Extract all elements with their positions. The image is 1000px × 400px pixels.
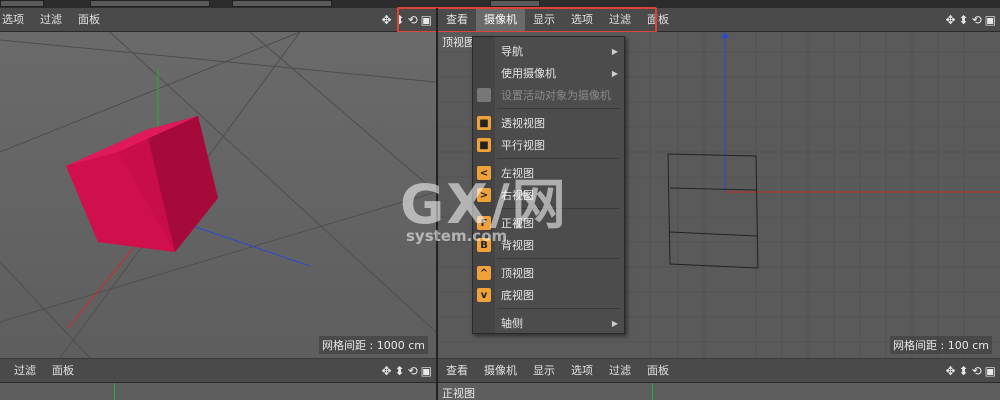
toolbar-button[interactable] (490, 0, 540, 7)
move-view-icon[interactable]: ✥ (381, 364, 391, 378)
menu-item-top-view[interactable]: ^ 顶视图 (473, 262, 624, 284)
menu-filter[interactable]: 过滤 (601, 359, 639, 383)
bottom-left-viewport: 过滤 面板 ✥ ⬍ ⟲ ▣ (0, 359, 436, 400)
submenu-arrow-icon: ▶ (611, 68, 618, 78)
left-viewport-menubar: 选项 过滤 面板 ✥ ⬍ ⟲ ▣ (0, 8, 436, 32)
rotate-view-icon[interactable]: ⟲ (972, 13, 982, 27)
maximize-view-icon[interactable]: ▣ (985, 364, 996, 378)
menu-panel[interactable]: 面板 (639, 359, 677, 383)
menu-view[interactable]: 查看 (438, 359, 476, 383)
move-view-icon[interactable]: ✥ (945, 364, 955, 378)
cube-wireframe[interactable] (667, 153, 759, 269)
move-view-icon[interactable]: ✥ (381, 13, 391, 27)
maximize-view-icon[interactable]: ▣ (985, 13, 996, 27)
viewport-name-label: 正视图 (442, 387, 475, 400)
toolbar-button[interactable] (90, 0, 210, 7)
bottom-left-viewport-area[interactable] (0, 383, 436, 400)
arrow-down-icon: v (477, 288, 491, 302)
menu-panel[interactable]: 面板 (44, 359, 82, 383)
submenu-arrow-icon: ▶ (611, 46, 618, 56)
perspective-viewport[interactable]: 网格间距 : 1000 cm (0, 32, 436, 358)
menu-item-axonometric[interactable]: 轴侧 ▶ (473, 312, 624, 334)
y-axis (652, 383, 653, 400)
menu-item-bottom-view[interactable]: v 底视图 (473, 284, 624, 306)
y-axis (114, 383, 115, 400)
menu-item-navigation[interactable]: 导航 ▶ (473, 40, 624, 62)
menu-display[interactable]: 显示 (525, 359, 563, 383)
menu-filter[interactable]: 过滤 (32, 8, 70, 32)
menu-item-use-camera[interactable]: 使用摄像机 ▶ (473, 62, 624, 84)
cube-icon: ■ (477, 138, 491, 152)
menu-filter[interactable]: 过滤 (0, 359, 44, 383)
menu-panel[interactable]: 面板 (70, 8, 108, 32)
zoom-view-icon[interactable]: ⬍ (959, 13, 969, 27)
submenu-arrow-icon: ▶ (611, 318, 618, 328)
bottom-right-viewport: 查看 摄像机 显示 选项 过滤 面板 ✥ ⬍ ⟲ ▣ 正视图 (438, 359, 1000, 400)
toolbar-button[interactable] (232, 0, 332, 7)
maximize-view-icon[interactable]: ▣ (421, 364, 432, 378)
grid-spacing-info: 网格间距 : 100 cm (890, 336, 992, 354)
move-view-icon[interactable]: ✥ (945, 13, 955, 27)
viewport-controls: ✥ ⬍ ⟲ ▣ (945, 8, 996, 32)
arrow-up-icon: ^ (477, 266, 491, 280)
viewport-controls: ✥ ⬍ ⟲ ▣ (945, 359, 996, 383)
bottom-right-menubar: 查看 摄像机 显示 选项 过滤 面板 ✥ ⬍ ⟲ ▣ (438, 359, 1000, 383)
menu-item-parallel-view[interactable]: ■ 平行视图 (473, 134, 624, 156)
menu-options[interactable]: 选项 (563, 359, 601, 383)
zoom-view-icon[interactable]: ⬍ (395, 364, 405, 378)
rotate-view-icon[interactable]: ⟲ (408, 364, 418, 378)
zoom-view-icon[interactable]: ⬍ (959, 364, 969, 378)
cube-icon: ■ (477, 116, 491, 130)
watermark-logo: GX/网 system.com (400, 173, 568, 245)
bottom-left-menubar: 过滤 面板 ✥ ⬍ ⟲ ▣ (0, 359, 436, 383)
menu-item-perspective-view[interactable]: ■ 透视视图 (473, 112, 624, 134)
bottom-right-viewport-area[interactable]: 正视图 (438, 383, 1000, 400)
toolbar-button[interactable] (0, 0, 44, 7)
grid-spacing-info: 网格间距 : 1000 cm (319, 336, 428, 354)
menu-separator (497, 308, 619, 309)
menu-separator (497, 258, 619, 259)
menu-separator (497, 108, 619, 109)
menu-item-set-active-as-camera: 设置活动对象为摄像机 (473, 84, 624, 106)
rotate-view-icon[interactable]: ⟲ (972, 364, 982, 378)
menu-camera[interactable]: 摄像机 (476, 359, 525, 383)
menu-separator (497, 158, 619, 159)
viewport-controls: ✥ ⬍ ⟲ ▣ (381, 359, 432, 383)
camera-ghost-icon (477, 88, 491, 102)
menu-options[interactable]: 选项 (0, 8, 32, 32)
perspective-scene (0, 32, 436, 358)
